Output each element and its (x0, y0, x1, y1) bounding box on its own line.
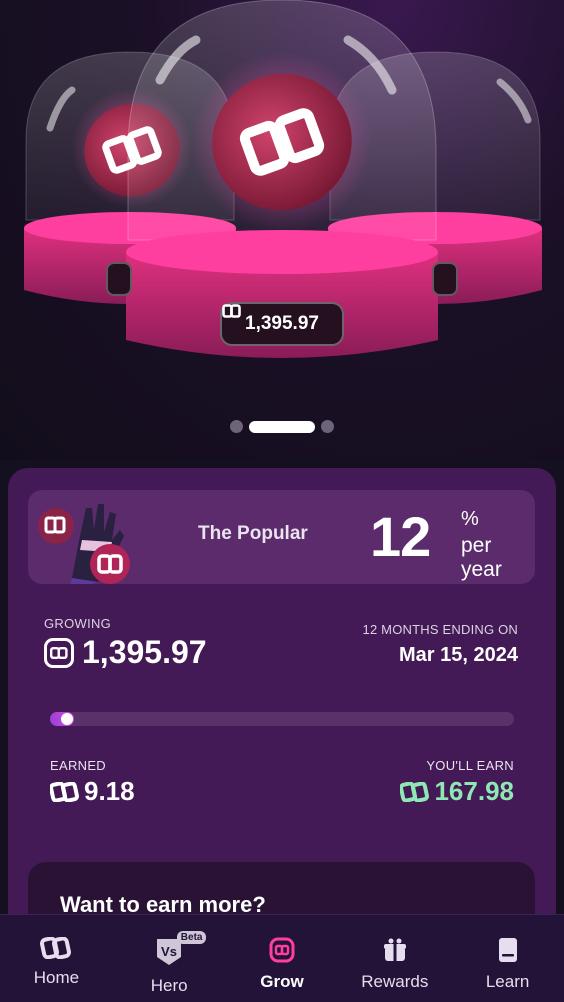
plan-banner[interactable]: The Popular 12 % per year (28, 490, 535, 584)
coin-logo-icon (44, 637, 74, 668)
nav-home-label: Home (33, 968, 80, 987)
home-logo-icon (40, 937, 72, 959)
progress-knob (61, 713, 73, 725)
will-earn-amount: 167.98 (400, 776, 514, 807)
carousel-dot-active[interactable] (249, 420, 315, 433)
carousel-indicator (0, 420, 564, 433)
carousel-dot[interactable] (230, 420, 243, 433)
growth-progress-bar (50, 712, 514, 726)
plan-rate-unit: % (461, 508, 479, 530)
earned-value: 9.18 (84, 776, 135, 806)
nav-learn[interactable]: Learn (451, 915, 564, 1002)
nav-hero-label: Hero (150, 976, 188, 995)
nav-learn-label: Learn (485, 972, 530, 991)
book-icon (498, 938, 517, 962)
gift-icon (383, 938, 406, 961)
carousel-dot[interactable] (321, 420, 334, 433)
earned-label: EARNED (50, 758, 106, 773)
ending-date: Mar 15, 2024 (399, 644, 518, 666)
growing-amount: 1,395.97 (44, 634, 207, 671)
grow-icon (269, 937, 295, 963)
nav-grow-label: Grow (260, 972, 304, 991)
coin-logo-icon (50, 781, 79, 802)
coin-logo-green-icon (400, 781, 430, 802)
earned-amount: 9.18 (50, 776, 135, 807)
nav-home[interactable]: Home (0, 915, 113, 1002)
will-earn-label: YOU'LL EARN (426, 758, 514, 773)
bottom-nav: Home Vs Beta Hero Grow Rewards Learn (0, 914, 564, 1002)
growing-label: GROWING (44, 616, 112, 631)
nav-grow[interactable]: Grow (226, 915, 339, 1002)
beta-badge: Beta (176, 931, 207, 944)
ending-label: 12 MONTHS ENDING ON (362, 622, 518, 637)
will-earn-value: 167.98 (434, 776, 514, 806)
nav-rewards-label: Rewards (361, 972, 429, 991)
plan-rate: 12 (370, 505, 431, 568)
hero-amount-pill: 1,395.97 (220, 302, 344, 346)
growing-value: 1,395.97 (82, 634, 207, 670)
right-pod-amount (432, 262, 458, 296)
nav-hero[interactable]: Vs Beta Hero (113, 915, 226, 1002)
coin-logo-icon (222, 304, 241, 318)
plan-rate-period: per year (461, 534, 502, 581)
svg-text:Vs: Vs (161, 944, 177, 959)
plan-name: The Popular (198, 523, 308, 544)
hero-amount: 1,395.97 (245, 313, 319, 334)
glove-illustration-icon (38, 504, 130, 584)
hero-illustration (24, 0, 542, 358)
nav-rewards[interactable]: Rewards (338, 915, 451, 1002)
left-pod-amount (106, 262, 132, 296)
hero-carousel[interactable]: 1,395.97 (0, 0, 564, 460)
